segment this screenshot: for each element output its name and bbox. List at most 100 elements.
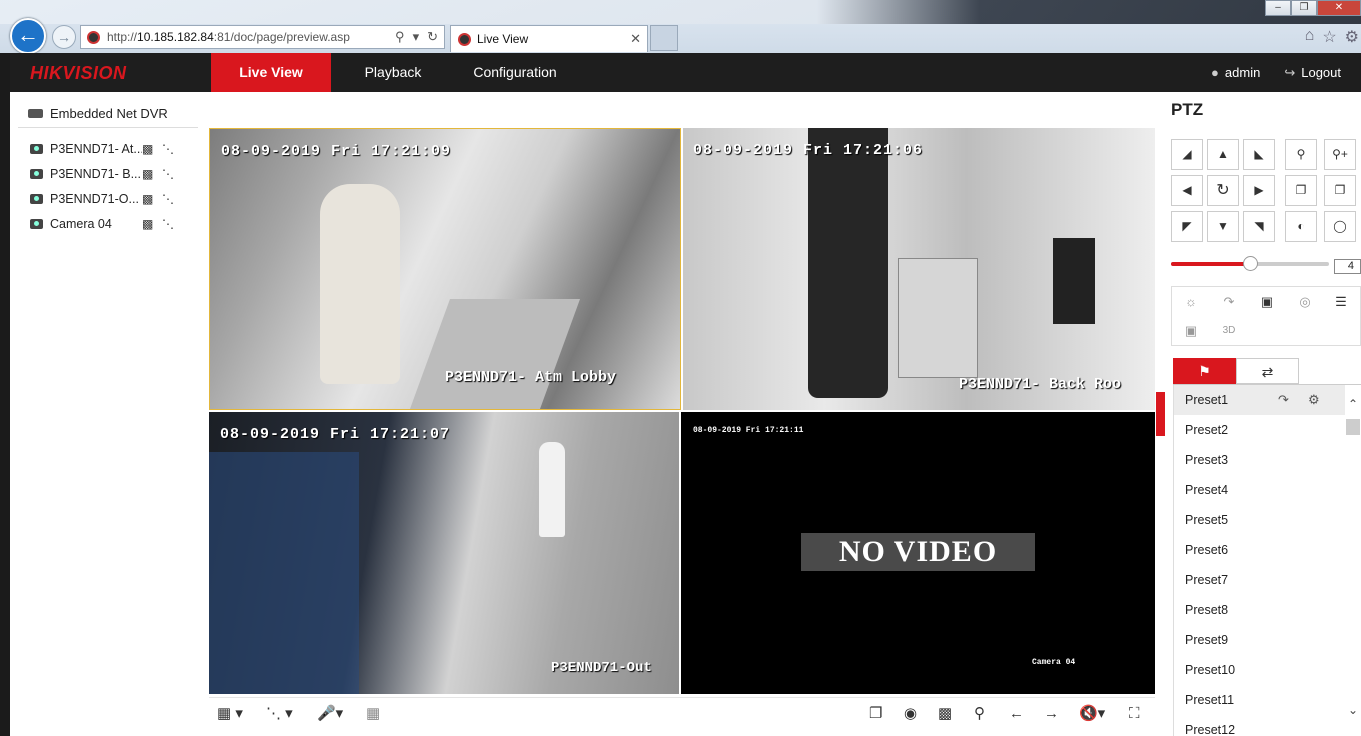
tilt-down-icon[interactable]: ▼ (1207, 211, 1239, 242)
preset-row[interactable]: Preset3 (1174, 445, 1345, 475)
record-icon[interactable]: ▩ (142, 167, 162, 181)
camera-row[interactable]: P3ENND71-O... ▩ ⋱ (18, 186, 198, 211)
tab-presets-flag-icon[interactable]: ⚑ (1173, 358, 1236, 384)
iris-open-icon[interactable]: ◐ (1285, 211, 1317, 242)
video-tile-atm-lobby[interactable]: 08-09-2019 Fri 17:21:09 P3ENND71- Atm Lo… (209, 128, 681, 410)
digital-zoom-icon[interactable]: ⚲ (974, 705, 985, 723)
microphone-icon[interactable]: 🎤▾ (317, 705, 343, 723)
stream-select-icon[interactable]: ⋱ (162, 192, 182, 206)
close-tab-icon[interactable]: ✕ (630, 31, 641, 47)
tab-patrol-icon[interactable]: ⇄ (1236, 358, 1299, 384)
manual-track-icon[interactable]: ▣ (1172, 317, 1210, 345)
capture-camera-icon[interactable]: ◉ (904, 705, 917, 723)
nav-playback[interactable]: Playback (346, 53, 440, 92)
video-tile-camera-04[interactable]: 08-09-2019 Fri 17:21:11 NO VIDEO Camera … (681, 412, 1155, 694)
auto-scan-icon[interactable]: ↻ (1207, 175, 1239, 206)
pan-down-left-icon[interactable]: ◤ (1171, 211, 1203, 242)
tilt-up-icon[interactable]: ▲ (1207, 139, 1239, 170)
restore-icon[interactable]: ❐ (1291, 0, 1317, 16)
ezoom-icon[interactable]: ▦ (366, 705, 380, 723)
call-preset-icon[interactable]: ↷ (1278, 385, 1289, 415)
preset-row[interactable]: Preset11 (1174, 685, 1345, 715)
scroll-up-icon[interactable]: ⌃ (1345, 397, 1361, 413)
preset-row[interactable]: Preset2 (1174, 415, 1345, 445)
auxiliary-focus-icon[interactable]: ▣ (1248, 288, 1286, 316)
preset-row[interactable]: Preset1 ↷ ⚙ (1174, 385, 1345, 415)
preset-row[interactable]: Preset7 (1174, 565, 1345, 595)
menu-icon[interactable]: ☰ (1322, 288, 1360, 316)
tree-root-dvr[interactable]: Embedded Net DVR (18, 100, 198, 128)
camera-row[interactable]: P3ENND71- B... ▩ ⋱ (18, 161, 198, 186)
back-arrow-icon[interactable]: ← (10, 18, 46, 54)
camera-row[interactable]: Camera 04 ▩ ⋱ (18, 211, 198, 236)
logout-button[interactable]: ↪ Logout (1284, 65, 1341, 81)
camera-label: P3ENND71- Back Roo (959, 376, 1122, 393)
address-bar[interactable]: http://10.185.182.84:81/doc/page/preview… (80, 25, 445, 49)
pan-up-left-icon[interactable]: ◢ (1171, 139, 1203, 170)
pan-down-right-icon[interactable]: ◥ (1243, 211, 1275, 242)
user-menu[interactable]: ● admin (1211, 65, 1260, 80)
preset-scrollbar[interactable]: ⌃ ⌄ (1345, 393, 1361, 723)
3d-positioning-icon[interactable]: 3D (1210, 317, 1248, 345)
light-icon[interactable]: ☼ (1172, 288, 1210, 316)
collapse-panel-handle[interactable] (1156, 392, 1165, 436)
stream-type-icon[interactable]: ⋱ ▾ (266, 705, 293, 723)
pan-up-right-icon[interactable]: ◣ (1243, 139, 1275, 170)
focus-near-icon[interactable]: ❐ (1285, 175, 1317, 206)
scrollbar-thumb[interactable] (1346, 419, 1360, 435)
nav-configuration[interactable]: Configuration (460, 53, 570, 92)
video-tile-outside[interactable]: 08-09-2019 Fri 17:21:07 P3ENND71-Out (209, 412, 679, 694)
stream-select-icon[interactable]: ⋱ (162, 167, 182, 181)
ptz-speed-value[interactable]: 4 (1334, 259, 1361, 274)
home-icon[interactable]: ⌂ (1305, 27, 1315, 47)
fullscreen-icon[interactable]: ⛶ (1129, 705, 1140, 723)
refresh-icon[interactable]: ↻ (427, 29, 438, 45)
next-page-icon[interactable]: → (1044, 705, 1059, 723)
settings-gear-icon[interactable]: ⚙ (1345, 27, 1359, 47)
record-icon[interactable]: ▩ (142, 217, 162, 231)
set-preset-gear-icon[interactable]: ⚙ (1308, 385, 1320, 415)
browser-tab-live-view[interactable]: Live View ✕ (450, 25, 648, 52)
ptz-speed-slider[interactable] (1171, 256, 1329, 271)
camera-icon (30, 168, 43, 179)
camera-name: P3ENND71- At... (50, 141, 142, 156)
lens-init-icon[interactable]: ◎ (1286, 288, 1324, 316)
record-icon[interactable]: ▩ (142, 192, 162, 206)
zoom-out-icon[interactable]: ⚲ (1285, 139, 1317, 170)
pan-left-icon[interactable]: ◀ (1171, 175, 1203, 206)
new-tab-button[interactable] (650, 25, 678, 51)
preset-row[interactable]: Preset6 (1174, 535, 1345, 565)
zoom-in-icon[interactable]: ⚲+ (1324, 139, 1356, 170)
scroll-down-icon[interactable]: ⌄ (1345, 703, 1361, 719)
pan-right-icon[interactable]: ▶ (1243, 175, 1275, 206)
nav-live-view[interactable]: Live View (211, 53, 331, 92)
previous-page-icon[interactable]: ← (1009, 705, 1024, 723)
wiper-icon[interactable]: ↷ (1210, 288, 1248, 316)
record-icon[interactable]: ▩ (142, 142, 162, 156)
preset-row[interactable]: Preset8 (1174, 595, 1345, 625)
dropdown-icon[interactable]: ▾ (413, 29, 420, 45)
camera-row[interactable]: P3ENND71- At... ▩ ⋱ (18, 136, 198, 161)
preset-row[interactable]: Preset10 (1174, 655, 1345, 685)
hikvision-logo: HIKVISION (30, 63, 127, 83)
preset-row[interactable]: Preset12 (1174, 715, 1345, 736)
preset-row[interactable]: Preset5 (1174, 505, 1345, 535)
minimize-icon[interactable]: – (1265, 0, 1291, 16)
stream-select-icon[interactable]: ⋱ (162, 217, 182, 231)
focus-far-icon[interactable]: ❐ (1324, 175, 1356, 206)
speed-slider-knob[interactable] (1243, 256, 1258, 271)
window-layout-icon[interactable]: ▦ ▾ (217, 705, 243, 723)
preset-row[interactable]: Preset9 (1174, 625, 1345, 655)
volume-muted-icon[interactable]: 🔇▾ (1079, 705, 1105, 723)
iris-close-icon[interactable]: ◯ (1324, 211, 1356, 242)
preset-row[interactable]: Preset4 (1174, 475, 1345, 505)
video-grid: 08-09-2019 Fri 17:21:09 P3ENND71- Atm Lo… (209, 128, 1155, 694)
stream-select-icon[interactable]: ⋱ (162, 142, 182, 156)
forward-arrow-icon[interactable]: → (52, 25, 76, 49)
favorites-star-icon[interactable]: ☆ (1322, 27, 1336, 47)
window-close-icon[interactable]: ✕ (1317, 0, 1361, 16)
record-video-icon[interactable]: ▩ (938, 705, 952, 723)
search-icon[interactable]: ⚲ (395, 29, 405, 45)
stop-all-icon[interactable]: ❐ (869, 705, 882, 723)
video-tile-back-room[interactable]: 08-09-2019 Fri 17:21:06 P3ENND71- Back R… (683, 128, 1155, 410)
